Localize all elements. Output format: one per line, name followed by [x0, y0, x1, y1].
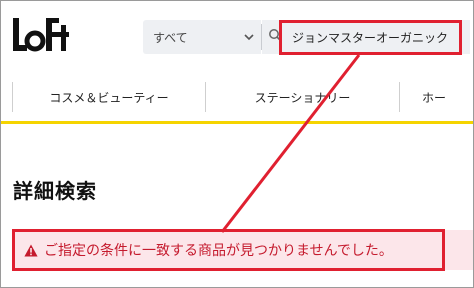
annotation-highlight-search — [279, 20, 462, 55]
annotation-highlight-alert — [12, 229, 445, 271]
